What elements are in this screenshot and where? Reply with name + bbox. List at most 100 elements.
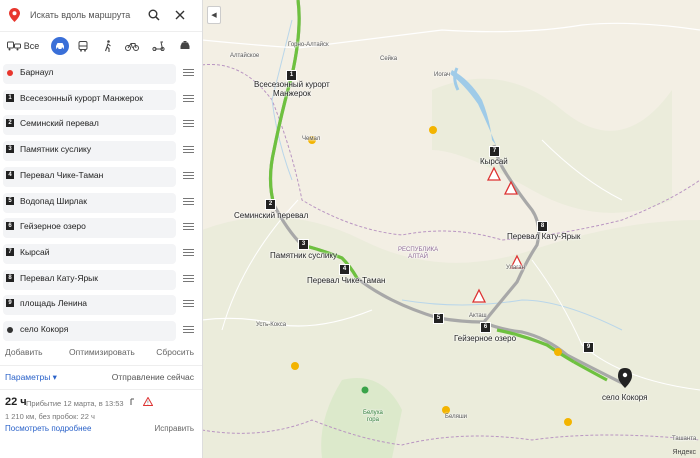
label-ust-koksa: Усть-Кокса xyxy=(256,322,287,328)
bike-mode-button[interactable] xyxy=(124,37,140,55)
map-waypoint-9[interactable]: 9 xyxy=(583,342,594,353)
label-seyka: Сейка xyxy=(380,56,398,62)
stop-6[interactable]: 6 Гейзерное озеро xyxy=(0,216,202,240)
label-tashanta: Ташанта xyxy=(672,436,697,442)
divider xyxy=(0,365,202,366)
stop-4[interactable]: 4 Перевал Чике-Таман xyxy=(0,165,202,189)
departure-mode[interactable]: Отправление сейчас xyxy=(112,372,194,382)
bike-icon xyxy=(125,43,139,51)
stop-2[interactable]: 2 Семинский перевал xyxy=(0,113,202,137)
stop-label: Гейзерное озеро xyxy=(20,221,86,232)
route-arrival: Прибытие 12 марта, в 13:53 xyxy=(26,399,124,408)
drag-handle-icon[interactable] xyxy=(183,146,194,154)
waypoint-badge: 1 xyxy=(6,93,14,102)
stop-start[interactable]: Барнаул xyxy=(0,62,202,86)
map-waypoint-4[interactable]: 4 xyxy=(339,264,350,275)
stop-label: Барнаул xyxy=(20,67,54,77)
car-mode-button[interactable] xyxy=(51,37,69,55)
all-modes-icon xyxy=(6,41,21,51)
route-params: Параметры ▾ Отправление сейчас xyxy=(0,372,202,384)
map-waypoint-7[interactable]: 7 xyxy=(489,146,500,157)
label-belyashi: Беляши xyxy=(445,414,467,420)
search-icon[interactable] xyxy=(146,7,162,23)
label-manzherok: Всесезонный курорт Манжерок xyxy=(254,80,330,98)
stop-label: Перевал Чике-Таман xyxy=(20,169,104,180)
stop-1[interactable]: 1 Всесезонный курорт Манжерок xyxy=(0,88,202,112)
poi-icon xyxy=(429,126,437,134)
mode-all-button[interactable]: Все xyxy=(6,37,40,55)
poi-icon xyxy=(442,406,450,414)
poi-icon xyxy=(564,418,572,426)
stop-5[interactable]: 5 Водопад Ширлак xyxy=(0,191,202,215)
route-distance: 1 210 км, без пробок: 22 ч xyxy=(5,412,95,421)
stop-7[interactable]: 7 Кырсай xyxy=(0,242,202,266)
params-dropdown[interactable]: Параметры ▾ xyxy=(5,372,57,383)
stop-label: Перевал Кату-Ярык xyxy=(20,272,99,283)
label-belukha: Белуха гора xyxy=(363,410,383,423)
taxi-mode-button[interactable] xyxy=(177,37,193,55)
stop-9[interactable]: 9 площадь Ленина xyxy=(0,293,202,317)
label-kyrsay: Кырсай xyxy=(480,157,508,166)
label-iogach: Иогач xyxy=(434,72,451,78)
route-panel: Искать вдоль маршрута Все Барнаул 1 Всес… xyxy=(0,0,203,458)
stop-3[interactable]: 3 Памятник суслику xyxy=(0,139,202,163)
stop-label: Кырсай xyxy=(20,246,50,257)
drag-handle-icon[interactable] xyxy=(183,197,194,206)
map-waypoint-5[interactable]: 5 xyxy=(433,313,444,324)
map-view[interactable]: 1 2 3 4 5 6 7 8 9 Всесезонный курорт Ман… xyxy=(202,0,700,458)
add-button[interactable]: Добавить xyxy=(5,347,43,357)
waypoint-badge: 8 xyxy=(6,273,14,282)
transport-modes: Все xyxy=(0,35,202,57)
drag-handle-icon[interactable] xyxy=(183,171,194,180)
bus-icon xyxy=(78,40,88,52)
label-gorno: Горно-Алтайск xyxy=(288,42,329,48)
search-bar: Искать вдоль маршрута xyxy=(0,0,202,32)
car-icon xyxy=(56,43,64,50)
bus-mode-button[interactable] xyxy=(76,37,90,55)
drag-handle-icon[interactable] xyxy=(183,69,194,77)
scooter-mode-button[interactable] xyxy=(150,37,166,55)
map-waypoint-2[interactable]: 2 xyxy=(265,199,276,210)
label-aktash: Акташ xyxy=(469,313,487,319)
label-seminsky: Семинский перевал xyxy=(234,211,309,220)
drag-handle-icon[interactable] xyxy=(183,223,194,231)
poi-icon xyxy=(361,386,369,394)
waypoint-badge: 5 xyxy=(6,196,14,205)
label-respublika: РЕСПУБЛИКА АЛТАЙ xyxy=(398,247,439,260)
search-input[interactable]: Искать вдоль маршрута xyxy=(30,10,130,20)
reset-button[interactable]: Сбросить xyxy=(156,347,194,357)
map-waypoint-3[interactable]: 3 xyxy=(298,239,309,250)
collapse-panel-button[interactable]: ◀ xyxy=(207,6,221,24)
drag-handle-icon[interactable] xyxy=(183,300,194,308)
waypoint-badge: 6 xyxy=(6,222,14,231)
waypoint-badge: 7 xyxy=(6,247,14,256)
label-altaiskoe: Алтайское xyxy=(230,53,260,59)
warning-icon: ! xyxy=(142,396,154,408)
stop-end[interactable]: село Кокоря xyxy=(0,319,202,343)
map-waypoint-6[interactable]: 6 xyxy=(480,322,491,333)
stop-label: площадь Ленина xyxy=(20,298,88,309)
walk-icon xyxy=(104,40,111,52)
walk-mode-button[interactable] xyxy=(101,37,115,55)
location-pin-icon xyxy=(9,8,20,22)
optimize-button[interactable]: Оптимизировать xyxy=(69,347,135,357)
drag-handle-icon[interactable] xyxy=(183,94,194,103)
drag-handle-icon[interactable] xyxy=(183,248,194,257)
fix-link[interactable]: Исправить xyxy=(154,424,194,433)
stop-8[interactable]: 8 Перевал Кату-Ярык xyxy=(0,268,202,292)
stop-label: село Кокоря xyxy=(20,324,69,334)
drag-handle-icon[interactable] xyxy=(183,120,194,128)
close-icon[interactable] xyxy=(172,7,188,23)
divider xyxy=(0,389,202,390)
taxi-icon xyxy=(180,41,190,49)
drag-handle-icon[interactable] xyxy=(183,274,194,283)
yandex-logo: Яндекс xyxy=(672,449,696,456)
drag-handle-icon[interactable] xyxy=(183,326,194,334)
stop-label: Водопад Ширлак xyxy=(20,195,87,206)
map-waypoint-8[interactable]: 8 xyxy=(537,221,548,232)
chevron-left-icon: ◀ xyxy=(211,12,217,19)
details-link[interactable]: Посмотреть подробнее xyxy=(5,424,91,433)
end-dot-icon xyxy=(7,327,13,333)
waypoint-badge: 3 xyxy=(6,145,14,154)
scooter-icon xyxy=(151,41,165,51)
